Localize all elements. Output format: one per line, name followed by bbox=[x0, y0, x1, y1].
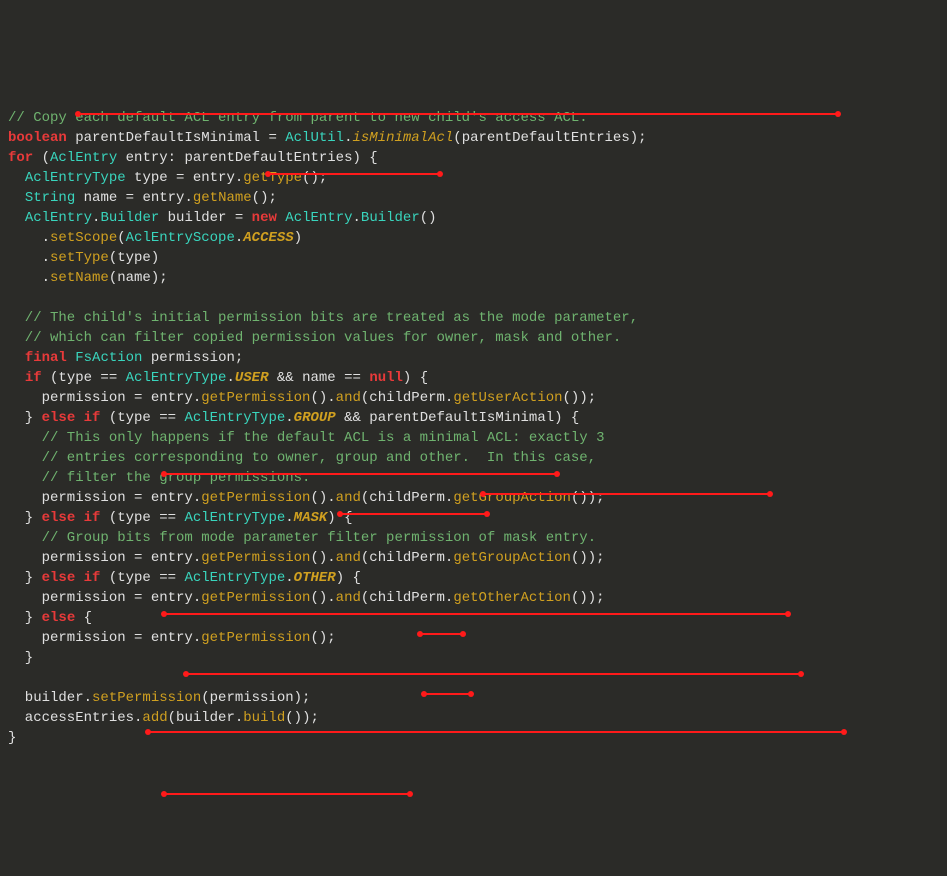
code-block: // Copy each default ACL entry from pare… bbox=[8, 88, 939, 768]
comment: // Copy each default ACL entry from pare… bbox=[8, 110, 588, 126]
kw-boolean: boolean bbox=[8, 130, 67, 146]
